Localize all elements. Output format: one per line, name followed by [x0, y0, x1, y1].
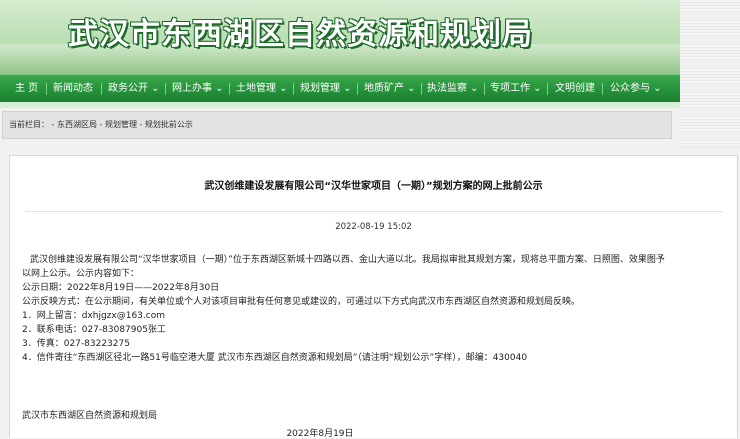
nav-separator: [101, 83, 102, 95]
breadcrumb-text: 当前栏目： - 东西湖区局 - 规划管理 - 规划批前公示: [9, 120, 193, 129]
site-title: 武汉市东西湖区自然资源和规划局: [68, 17, 533, 52]
contact-email: 1．网上留言：dxhjgzx@163.com: [22, 311, 165, 321]
feedback-intro: 公示反映方式：在公示期间，有关单位或个人对该项目审批有任何意见或建议的，可通过以…: [22, 297, 581, 307]
nav-item-land-management[interactable]: 土地管理 ⌄: [236, 75, 288, 102]
article-title: 武汉创维建设发展有限公司“汉华世家项目（一期）”规划方案的网上批前公示: [204, 181, 543, 192]
article-paragraph-line: 武汉创维建设发展有限公司“汉华世家项目（一期）”位于东西湖区新城十四路以西、金山…: [30, 255, 665, 265]
nav-item-news[interactable]: 新闻动态: [53, 75, 93, 102]
nav-item-government-affairs[interactable]: 政务公开 ⌄: [108, 75, 160, 102]
contact-mail: 4．信件寄往“东西湖区径北一路51号临空港大厦 武汉市东西湖区自然资源和规划局”…: [22, 353, 528, 363]
nav-item-law-enforcement[interactable]: 执法监察 ⌄: [427, 75, 479, 102]
nav-item-special-projects[interactable]: 专项工作 ⌄: [490, 75, 542, 102]
title-divider: [25, 211, 723, 212]
article-date: 2022-08-19 15:02: [335, 222, 412, 232]
site-banner: 武汉市东西湖区自然资源和规划局: [0, 0, 680, 74]
signature-date: 2022年8月19日: [286, 429, 354, 439]
nav-item-geology-minerals[interactable]: 地质矿产 ⌄: [364, 75, 416, 102]
nav-separator: [421, 83, 422, 95]
nav-separator: [357, 83, 358, 95]
main-nav: 主 页 新闻动态 政务公开 ⌄ 网上办事 ⌄ 土地管理 ⌄ 规划管理 ⌄ 地质矿…: [0, 74, 680, 102]
contact-fax: 3．传真：027-83223275: [22, 339, 130, 349]
contact-phone: 2．联系电话：027-83087905张工: [22, 325, 166, 335]
nav-separator: [484, 83, 485, 95]
nav-item-online-services[interactable]: 网上办事 ⌄: [172, 75, 224, 102]
signature-org: 武汉市东西湖区自然资源和规划局: [22, 411, 158, 421]
nav-item-public-participation[interactable]: 公众参与 ⌄: [610, 75, 662, 102]
nav-item-civilization[interactable]: 文明创建: [555, 75, 595, 102]
nav-separator: [602, 83, 603, 95]
nav-separator: [229, 83, 230, 95]
notice-period: 公示日期：2022年8月19日——2022年8月30日: [22, 283, 220, 293]
nav-item-planning-management[interactable]: 规划管理 ⌄: [300, 75, 352, 102]
nav-separator: [165, 83, 166, 95]
nav-separator: [547, 83, 548, 95]
nav-separator: [293, 83, 294, 95]
nav-separator: [46, 83, 47, 95]
nav-item-home[interactable]: 主 页: [15, 75, 38, 102]
breadcrumb: 当前栏目： - 东西湖区局 - 规划管理 - 规划批前公示: [2, 111, 672, 139]
article-panel: 武汉创维建设发展有限公司“汉华世家项目（一期）”规划方案的网上批前公示 2022…: [9, 155, 738, 439]
nav-underline: [0, 102, 680, 108]
article-paragraph-line: 以网上公示。公示内容如下：: [22, 269, 140, 279]
page-gutter: [680, 0, 740, 147]
